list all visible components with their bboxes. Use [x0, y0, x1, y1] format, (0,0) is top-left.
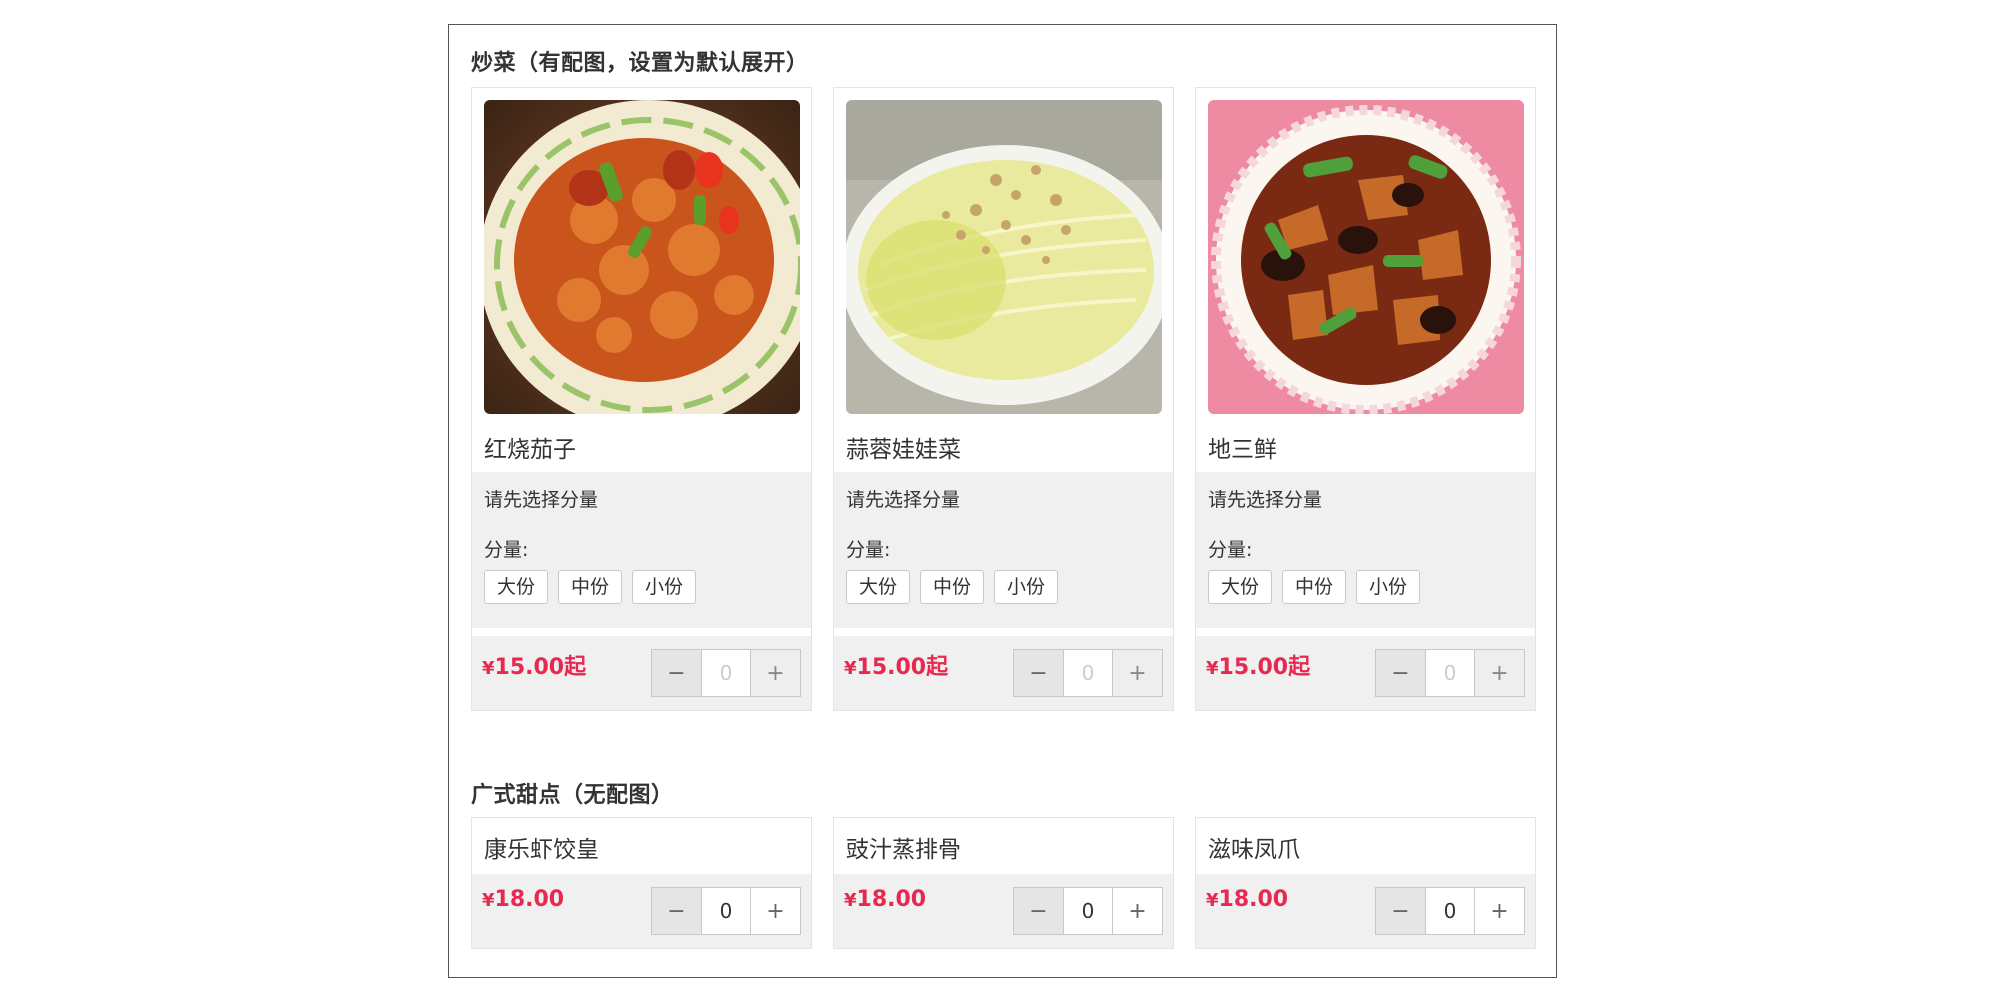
- quantity-stepper: − 0 +: [1375, 887, 1525, 935]
- size-option-large[interactable]: 大份: [484, 570, 549, 604]
- price-bar: ¥18.00 − 0 +: [472, 874, 811, 948]
- size-label: 分量:: [846, 539, 891, 561]
- size-option-small[interactable]: 小份: [1356, 570, 1421, 604]
- price-bar: ¥18.00 − 0 +: [1196, 874, 1535, 948]
- increase-button[interactable]: +: [750, 888, 800, 934]
- decrease-button[interactable]: −: [1014, 650, 1064, 696]
- quantity-stepper: − 0 +: [1013, 887, 1163, 935]
- quantity-stepper: − 0 +: [651, 887, 801, 935]
- dish-card: 康乐虾饺皇 ¥18.00 − 0 +: [471, 817, 812, 949]
- size-label: 分量:: [1208, 539, 1253, 561]
- quantity-value: 0: [1064, 888, 1112, 934]
- dish-card: 滋味凤爪 ¥18.00 − 0 +: [1195, 817, 1536, 949]
- dish-card: 蒜蓉娃娃菜 请先选择分量 分量: 大份 中份 小份 ¥15.00起 − 0 +: [833, 87, 1174, 711]
- increase-button[interactable]: +: [1474, 888, 1524, 934]
- quantity-value: 0: [702, 650, 750, 696]
- size-option-large[interactable]: 大份: [1208, 570, 1273, 604]
- size-option-small[interactable]: 小份: [632, 570, 697, 604]
- size-options-panel: 请先选择分量 分量: 大份 中份 小份: [834, 472, 1173, 628]
- dish-name: 康乐虾饺皇: [484, 837, 599, 863]
- select-size-hint: 请先选择分量: [846, 489, 961, 511]
- section-title-cantonese-dessert: 广式甜点（无配图）: [471, 783, 674, 808]
- price: ¥18.00: [844, 887, 927, 912]
- increase-button[interactable]: +: [1112, 650, 1162, 696]
- dish-photo[interactable]: [1208, 100, 1524, 414]
- dish-card: 豉汁蒸排骨 ¥18.00 − 0 +: [833, 817, 1174, 949]
- size-options-panel: 请先选择分量 分量: 大份 中份 小份: [472, 472, 811, 628]
- size-option-small[interactable]: 小份: [994, 570, 1059, 604]
- price: ¥15.00起: [482, 655, 587, 680]
- size-option-medium[interactable]: 中份: [920, 570, 985, 604]
- quantity-stepper: − 0 +: [651, 649, 801, 697]
- increase-button[interactable]: +: [750, 650, 800, 696]
- decrease-button[interactable]: −: [1014, 888, 1064, 934]
- dish-card: 地三鲜 请先选择分量 分量: 大份 中份 小份 ¥15.00起 − 0 +: [1195, 87, 1536, 711]
- quantity-value: 0: [702, 888, 750, 934]
- dish-name: 蒜蓉娃娃菜: [846, 437, 961, 463]
- dish-name: 红烧茄子: [484, 437, 576, 463]
- quantity-value: 0: [1426, 650, 1474, 696]
- dish-photo[interactable]: [846, 100, 1162, 414]
- decrease-button[interactable]: −: [652, 888, 702, 934]
- dish-name: 滋味凤爪: [1208, 837, 1300, 863]
- quantity-value: 0: [1064, 650, 1112, 696]
- quantity-stepper: − 0 +: [1013, 649, 1163, 697]
- quantity-stepper: − 0 +: [1375, 649, 1525, 697]
- price-bar: ¥15.00起 − 0 +: [1196, 636, 1535, 710]
- size-option-large[interactable]: 大份: [846, 570, 911, 604]
- select-size-hint: 请先选择分量: [484, 489, 599, 511]
- dish-card: 红烧茄子 请先选择分量 分量: 大份 中份 小份 ¥15.00起 − 0 +: [471, 87, 812, 711]
- select-size-hint: 请先选择分量: [1208, 489, 1323, 511]
- price: ¥15.00起: [1206, 655, 1311, 680]
- increase-button[interactable]: +: [1474, 650, 1524, 696]
- price: ¥18.00: [1206, 887, 1289, 912]
- decrease-button[interactable]: −: [1376, 888, 1426, 934]
- dish-name: 地三鲜: [1208, 437, 1277, 463]
- quantity-value: 0: [1426, 888, 1474, 934]
- decrease-button[interactable]: −: [1376, 650, 1426, 696]
- dish-photo[interactable]: [484, 100, 800, 414]
- size-label: 分量:: [484, 539, 529, 561]
- menu-container: 炒菜（有配图，设置为默认展开） 红烧茄子 请先选择分量 分量: 大份 中份 小份…: [448, 24, 1557, 978]
- price: ¥18.00: [482, 887, 565, 912]
- size-options-panel: 请先选择分量 分量: 大份 中份 小份: [1196, 472, 1535, 628]
- price: ¥15.00起: [844, 655, 949, 680]
- size-option-medium[interactable]: 中份: [558, 570, 623, 604]
- price-bar: ¥15.00起 − 0 +: [472, 636, 811, 710]
- price-bar: ¥18.00 − 0 +: [834, 874, 1173, 948]
- price-bar: ¥15.00起 − 0 +: [834, 636, 1173, 710]
- increase-button[interactable]: +: [1112, 888, 1162, 934]
- decrease-button[interactable]: −: [652, 650, 702, 696]
- size-option-medium[interactable]: 中份: [1282, 570, 1347, 604]
- section-title-stir-fry: 炒菜（有配图，设置为默认展开）: [471, 51, 809, 76]
- dish-name: 豉汁蒸排骨: [846, 837, 961, 863]
